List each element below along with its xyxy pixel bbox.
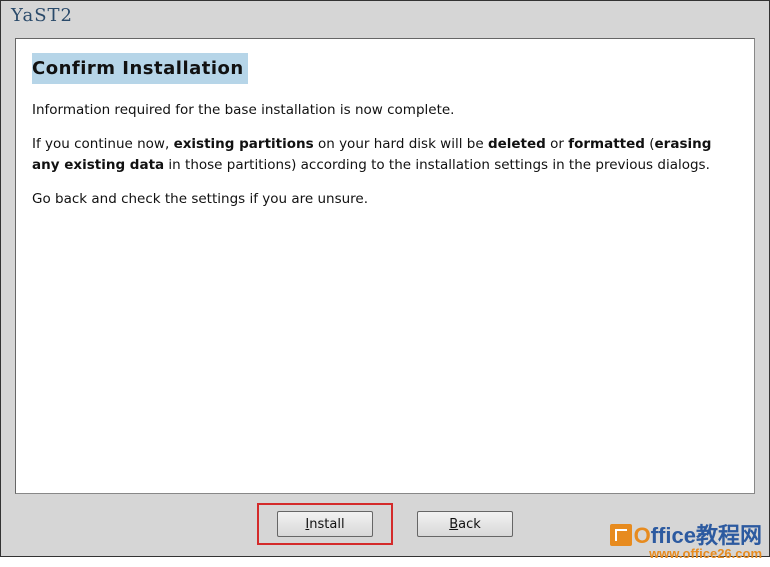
warning-text: If you continue now, existing partitions… [32, 134, 738, 175]
text-fragment: in those partitions) according to the in… [164, 157, 710, 173]
back-button[interactable]: Back [417, 511, 513, 537]
install-highlight: Install [257, 503, 393, 545]
content-panel: Confirm Installation Information require… [15, 38, 755, 494]
bold-existing-partitions: existing partitions [174, 136, 314, 152]
install-label-rest: nstall [309, 517, 344, 532]
text-fragment: or [546, 136, 568, 152]
text-fragment: If you continue now, [32, 136, 174, 152]
text-fragment: on your hard disk will be [314, 136, 488, 152]
window-title: YaST2 [1, 1, 769, 30]
dialog-heading: Confirm Installation [32, 53, 248, 84]
bold-formatted: formatted [568, 136, 645, 152]
button-row: Install Back [1, 502, 769, 556]
back-label-rest: ack [458, 517, 481, 532]
advice-text: Go back and check the settings if you ar… [32, 189, 738, 209]
intro-text: Information required for the base instal… [32, 100, 738, 120]
yast-window: YaST2 Confirm Installation Information r… [0, 0, 770, 557]
bold-deleted: deleted [488, 136, 546, 152]
text-fragment: ( [645, 136, 655, 152]
back-mnemonic: B [449, 517, 458, 532]
install-button[interactable]: Install [277, 511, 373, 537]
